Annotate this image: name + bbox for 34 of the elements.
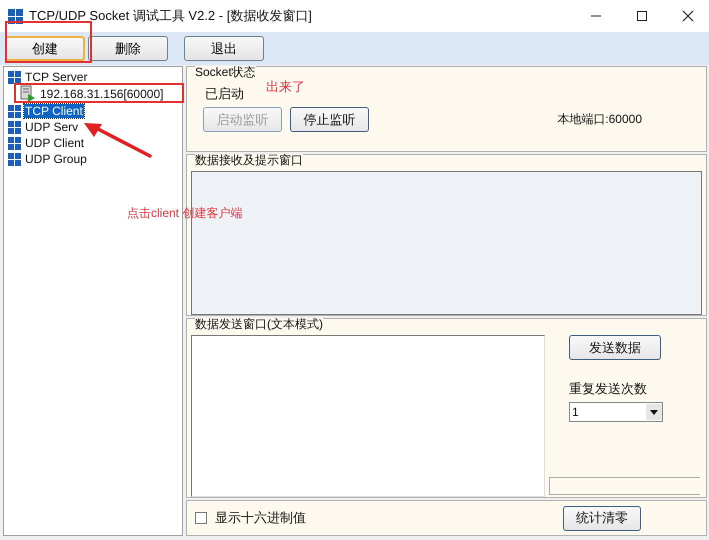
tree-item[interactable]: TCP Client xyxy=(24,104,84,118)
group-title: Socket状态 xyxy=(195,66,256,79)
group-title: 数据发送窗口(文本模式) xyxy=(195,318,323,331)
window-title: TCP/UDP Socket 调试工具 V2.2 - [数据收发窗口] xyxy=(29,7,313,25)
network-icon xyxy=(8,120,21,134)
network-icon xyxy=(8,70,21,84)
network-icon xyxy=(8,136,21,150)
app-icon xyxy=(8,8,23,24)
checkbox[interactable] xyxy=(195,512,207,524)
local-port-label: 本地端口:60000 xyxy=(557,111,642,128)
caret-icon[interactable] xyxy=(646,404,662,420)
repeat-count-dropdown[interactable]: 1 xyxy=(569,402,663,422)
tree-item[interactable]: UDP Serv xyxy=(24,120,80,134)
repeat-label: 重复发送次数 xyxy=(569,380,647,398)
tree-item[interactable]: 192.168.31.156[60000] xyxy=(39,87,164,101)
close-icon[interactable] xyxy=(681,10,695,22)
status-text: 已启动 xyxy=(205,85,244,103)
listen-button[interactable]: 停止监听 xyxy=(290,107,369,132)
toolbar-button[interactable]: 退出 xyxy=(184,36,264,61)
maximize-icon[interactable] xyxy=(635,10,649,22)
tree-item[interactable]: TCP Server xyxy=(24,70,88,84)
server-icon xyxy=(20,85,36,103)
send-input-field[interactable] xyxy=(191,335,545,497)
toolbar-button[interactable]: 创建 xyxy=(5,36,85,61)
network-icon xyxy=(8,104,21,118)
group-title: 数据接收及提示窗口 xyxy=(195,154,303,167)
tree-item[interactable]: UDP Group xyxy=(24,152,88,166)
checkbox-label: 显示十六进制值 xyxy=(215,509,306,527)
tree-item[interactable]: UDP Client xyxy=(24,136,86,150)
network-icon xyxy=(8,152,21,166)
annotation-text: 出来了 xyxy=(266,78,305,96)
send-button[interactable]: 发送数据 xyxy=(569,335,661,360)
toolbar-button[interactable]: 删除 xyxy=(88,36,168,61)
reset-button[interactable]: 统计清零 xyxy=(563,506,641,530)
